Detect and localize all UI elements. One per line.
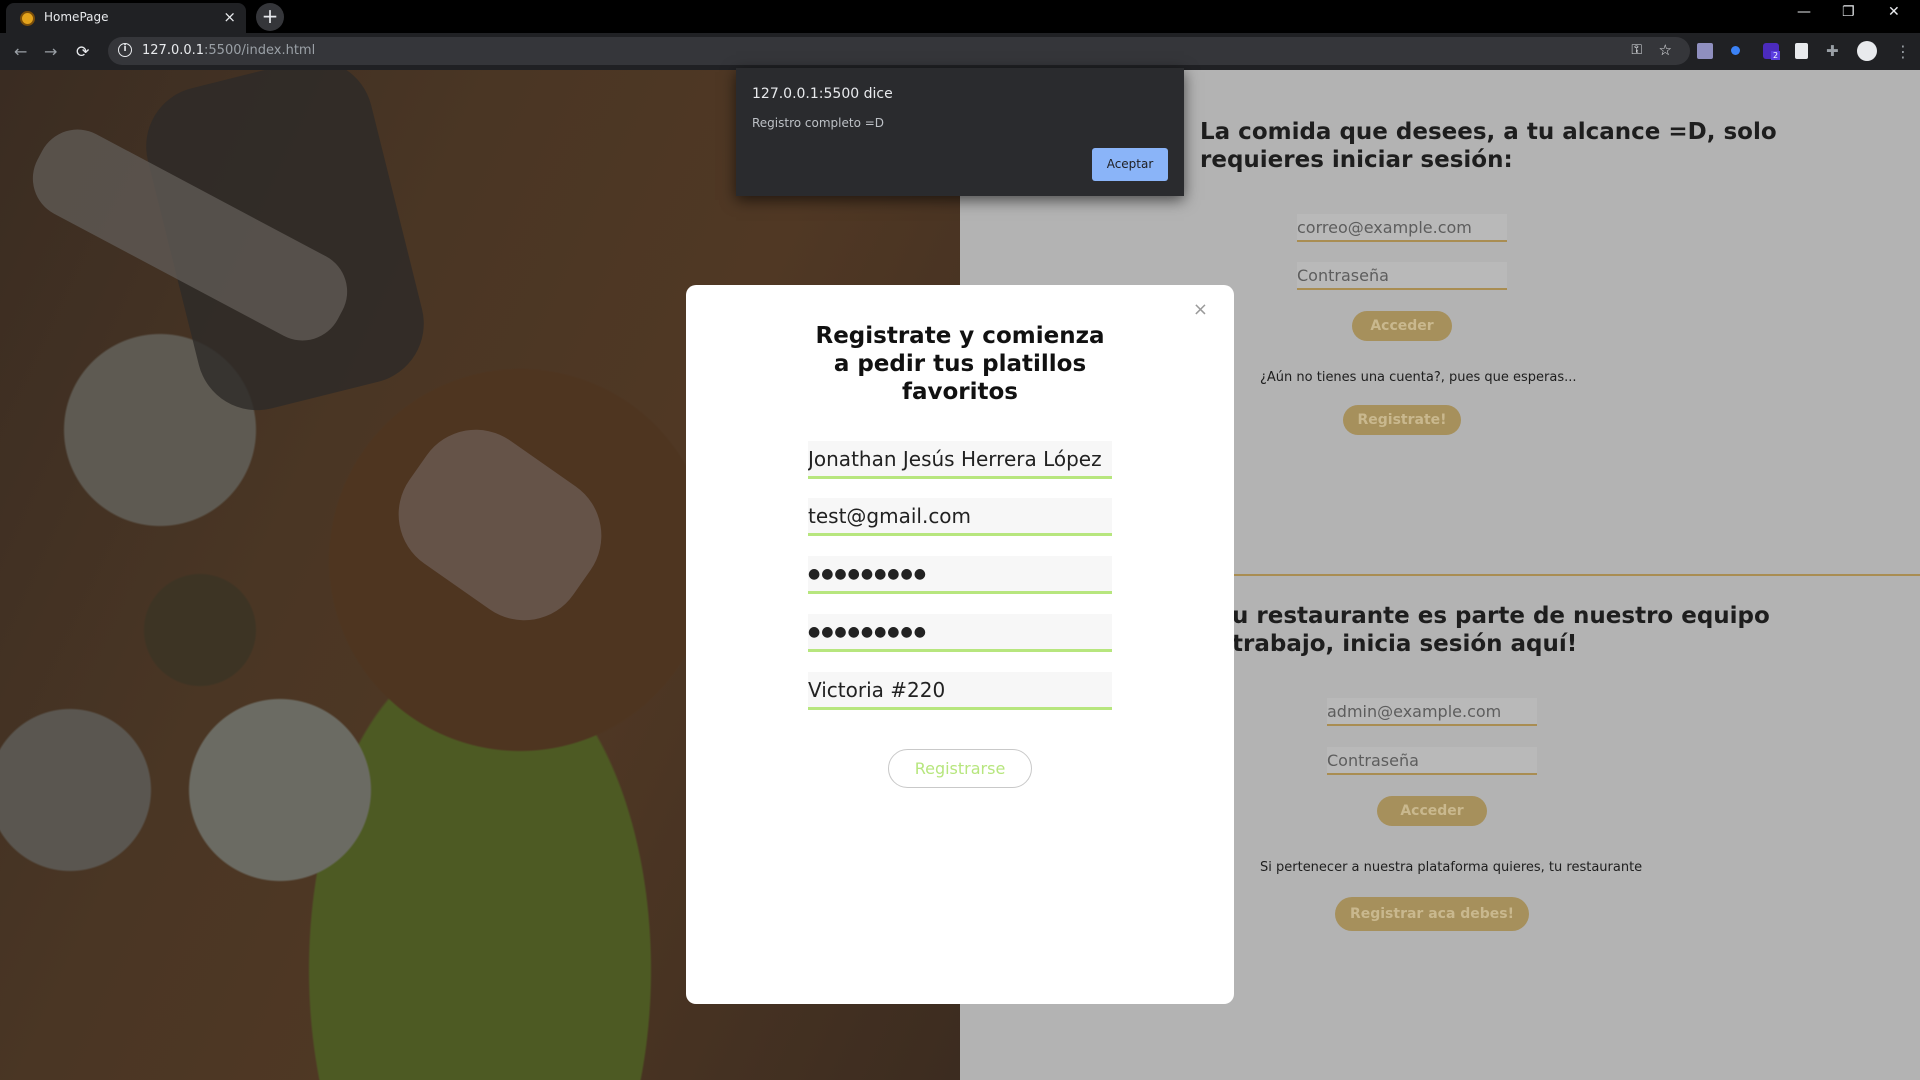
tab-bar: HomePage × + — ❐ ✕ [0,0,1920,33]
customer-login-title: La comida que desees, a tu alcance =D, s… [1200,118,1777,174]
restaurant-password-input[interactable]: Contraseña [1327,747,1537,775]
address-input[interactable]: Victoria #220 [808,672,1112,710]
key-icon[interactable]: ⚿ [1631,42,1642,58]
password-value: ●●●●●●●●● [808,566,927,582]
customer-login-button[interactable]: Acceder [1352,311,1452,341]
customer-email-placeholder: correo@example.com [1297,218,1472,237]
email-input[interactable]: test@gmail.com [808,498,1112,536]
alert-dialog: 127.0.0.1:5500 dice Registro completo =D… [736,68,1184,196]
customer-title-line1: La comida que desees, a tu alcance =D, s… [1200,119,1777,145]
restaurant-email-input[interactable]: admin@example.com [1327,698,1537,726]
extension-cube-icon[interactable]: 2 [1763,43,1781,60]
confirm-password-input[interactable]: ●●●●●●●●● [808,614,1112,652]
forward-icon[interactable]: → [44,42,57,61]
restaurant-belong-text: Si pertenecer a nuestra plataforma quier… [1260,860,1643,875]
url-host: 127.0.0.1 [142,43,205,58]
restaurant-password-placeholder: Contraseña [1327,751,1419,770]
extension-square-icon[interactable] [1697,43,1713,59]
register-modal: × Registrate y comienza a pedir tus plat… [686,285,1234,1004]
puzzle-extensions-icon[interactable]: ✚ [1826,43,1842,59]
customer-password-placeholder: Contraseña [1297,266,1389,285]
site-info-icon[interactable]: i [118,43,132,57]
browser-toolbar: ← → ⟳ i 127.0.0.1:5500/index.html ⚿ ☆ 2 … [0,33,1920,70]
minimize-icon[interactable]: — [1797,4,1811,20]
customer-register-button[interactable]: Registrate! [1343,405,1461,435]
profile-avatar[interactable] [1857,41,1877,61]
url-text: 127.0.0.1:5500/index.html [142,43,315,58]
customer-email-input[interactable]: correo@example.com [1297,214,1507,242]
browser-menu-icon[interactable]: ⋮ [1895,42,1911,61]
extension-badge: 2 [1771,51,1781,60]
favicon-icon [20,11,35,26]
extension-dot-icon[interactable] [1731,46,1740,55]
new-tab-button[interactable]: + [256,3,284,31]
bookmark-star-icon[interactable]: ☆ [1659,41,1672,59]
modal-title: Registrate y comienza a pedir tus platil… [815,323,1105,405]
customer-password-input[interactable]: Contraseña [1297,262,1507,290]
tab-title: HomePage [44,10,109,24]
confirm-password-value: ●●●●●●●●● [808,624,927,640]
no-account-text: ¿Aún no tienes una cuenta?, pues que esp… [1260,370,1577,385]
window-close-icon[interactable]: ✕ [1888,4,1900,20]
browser-tab[interactable]: HomePage × [6,3,246,33]
extension-doc-icon[interactable] [1795,43,1808,59]
alert-message: Registro completo =D [752,116,885,130]
restaurant-register-button[interactable]: Registrar aca debes! [1335,897,1529,931]
name-input[interactable]: Jonathan Jesús Herrera López [808,441,1112,479]
address-value: Victoria #220 [808,678,946,702]
restaurant-login-title: u restaurante es parte de nuestro equipo… [1232,602,1770,658]
restaurant-title-line2: trabajo, inicia sesión aquí! [1232,631,1578,657]
password-input[interactable]: ●●●●●●●●● [808,556,1112,594]
tab-close-icon[interactable]: × [223,8,236,26]
name-value: Jonathan Jesús Herrera López [808,447,1102,471]
address-bar[interactable]: i 127.0.0.1:5500/index.html ⚿ ☆ [108,37,1690,65]
back-icon[interactable]: ← [14,42,27,61]
restaurant-title-line1: u restaurante es parte de nuestro equipo [1232,603,1770,629]
page-content: La comida que desees, a tu alcance =D, s… [0,70,1920,1080]
section-divider [1232,574,1920,576]
email-value: test@gmail.com [808,504,972,528]
restaurant-email-placeholder: admin@example.com [1327,702,1502,721]
photo-shape [375,406,625,644]
reload-icon[interactable]: ⟳ [76,42,89,61]
modal-close-icon[interactable]: × [1193,299,1208,320]
url-path: :5500/index.html [204,43,316,58]
alert-ok-button[interactable]: Aceptar [1092,148,1168,181]
alert-title: 127.0.0.1:5500 dice [752,86,893,102]
restaurant-login-button[interactable]: Acceder [1377,796,1487,826]
customer-title-line2: requieres iniciar sesión: [1200,147,1513,173]
register-submit-button[interactable]: Registrarse [888,749,1032,788]
restore-icon[interactable]: ❐ [1842,4,1855,20]
